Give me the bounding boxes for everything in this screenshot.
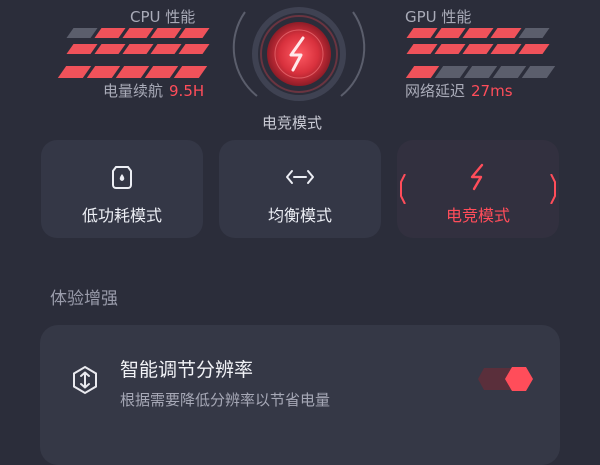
battery-life: 电量续航 9.5H	[103, 80, 204, 101]
esports-mode-emblem[interactable]	[227, 0, 371, 104]
battery-bar	[57, 66, 92, 78]
balance-arrows-icon	[286, 170, 314, 184]
cpu-bars-mid	[66, 44, 210, 54]
battery-bar	[173, 66, 208, 78]
gpu-bar	[518, 44, 550, 54]
cpu-bar	[94, 28, 126, 38]
gpu-bars-top	[406, 28, 550, 38]
cpu-bar	[178, 28, 210, 38]
gpu-bar	[518, 28, 550, 38]
cpu-bar	[178, 44, 210, 54]
cpu-bar	[122, 44, 154, 54]
battery-bars	[57, 66, 208, 78]
battery-bar	[115, 66, 150, 78]
battery-value: 9.5H	[169, 82, 205, 100]
left-accent-icon	[400, 174, 406, 204]
cpu-bar	[66, 44, 98, 54]
gpu-bar	[490, 28, 522, 38]
cpu-bar	[122, 28, 154, 38]
latency-bar	[521, 66, 556, 78]
current-mode-label: 电竞模式	[262, 114, 323, 132]
cpu-bar	[66, 28, 98, 38]
latency-bar	[463, 66, 498, 78]
cpu-performance-label: CPU 性能	[130, 8, 196, 26]
cpu-bars-top	[66, 28, 210, 38]
latency-bar	[434, 66, 469, 78]
right-accent-icon	[550, 174, 556, 204]
cpu-bar	[150, 44, 182, 54]
latency-bar	[405, 66, 440, 78]
gpu-bar	[434, 28, 466, 38]
cpu-bar	[94, 44, 126, 54]
mode-label: 低功耗模式	[81, 206, 162, 225]
latency-bars	[405, 66, 556, 78]
gpu-bar	[462, 44, 494, 54]
mode-card-balanced[interactable]: 均衡模式	[219, 140, 381, 238]
smart-resolution-toggle[interactable]	[476, 364, 536, 394]
latency-label: 网络延迟	[405, 82, 466, 100]
gpu-bar	[434, 44, 466, 54]
gpu-performance-label: GPU 性能	[405, 8, 472, 26]
section-title: 体验增强	[50, 289, 118, 309]
battery-drop-icon	[112, 166, 132, 189]
gpu-bars-mid	[406, 44, 550, 54]
gpu-bar	[406, 28, 438, 38]
feature-title: 智能调节分辨率	[120, 359, 254, 381]
battery-label: 电量续航	[103, 82, 164, 100]
battery-bar	[86, 66, 121, 78]
latency-bar	[492, 66, 527, 78]
latency-value: 27ms	[471, 82, 513, 100]
gpu-bar	[490, 44, 522, 54]
gpu-bar	[462, 28, 494, 38]
lightning-icon	[470, 163, 484, 191]
resolution-hexagon-icon	[73, 365, 97, 395]
battery-bar	[144, 66, 179, 78]
network-latency: 网络延迟 27ms	[405, 80, 513, 101]
mode-label: 电竞模式	[445, 206, 510, 225]
mode-card-esports[interactable]: 电竞模式	[397, 140, 559, 238]
gpu-bar	[406, 44, 438, 54]
mode-label: 均衡模式	[267, 206, 332, 225]
feature-description: 根据需要降低分辨率以节省电量	[120, 391, 331, 409]
mode-card-power-saving[interactable]: 低功耗模式	[41, 140, 203, 238]
cpu-bar	[150, 28, 182, 38]
